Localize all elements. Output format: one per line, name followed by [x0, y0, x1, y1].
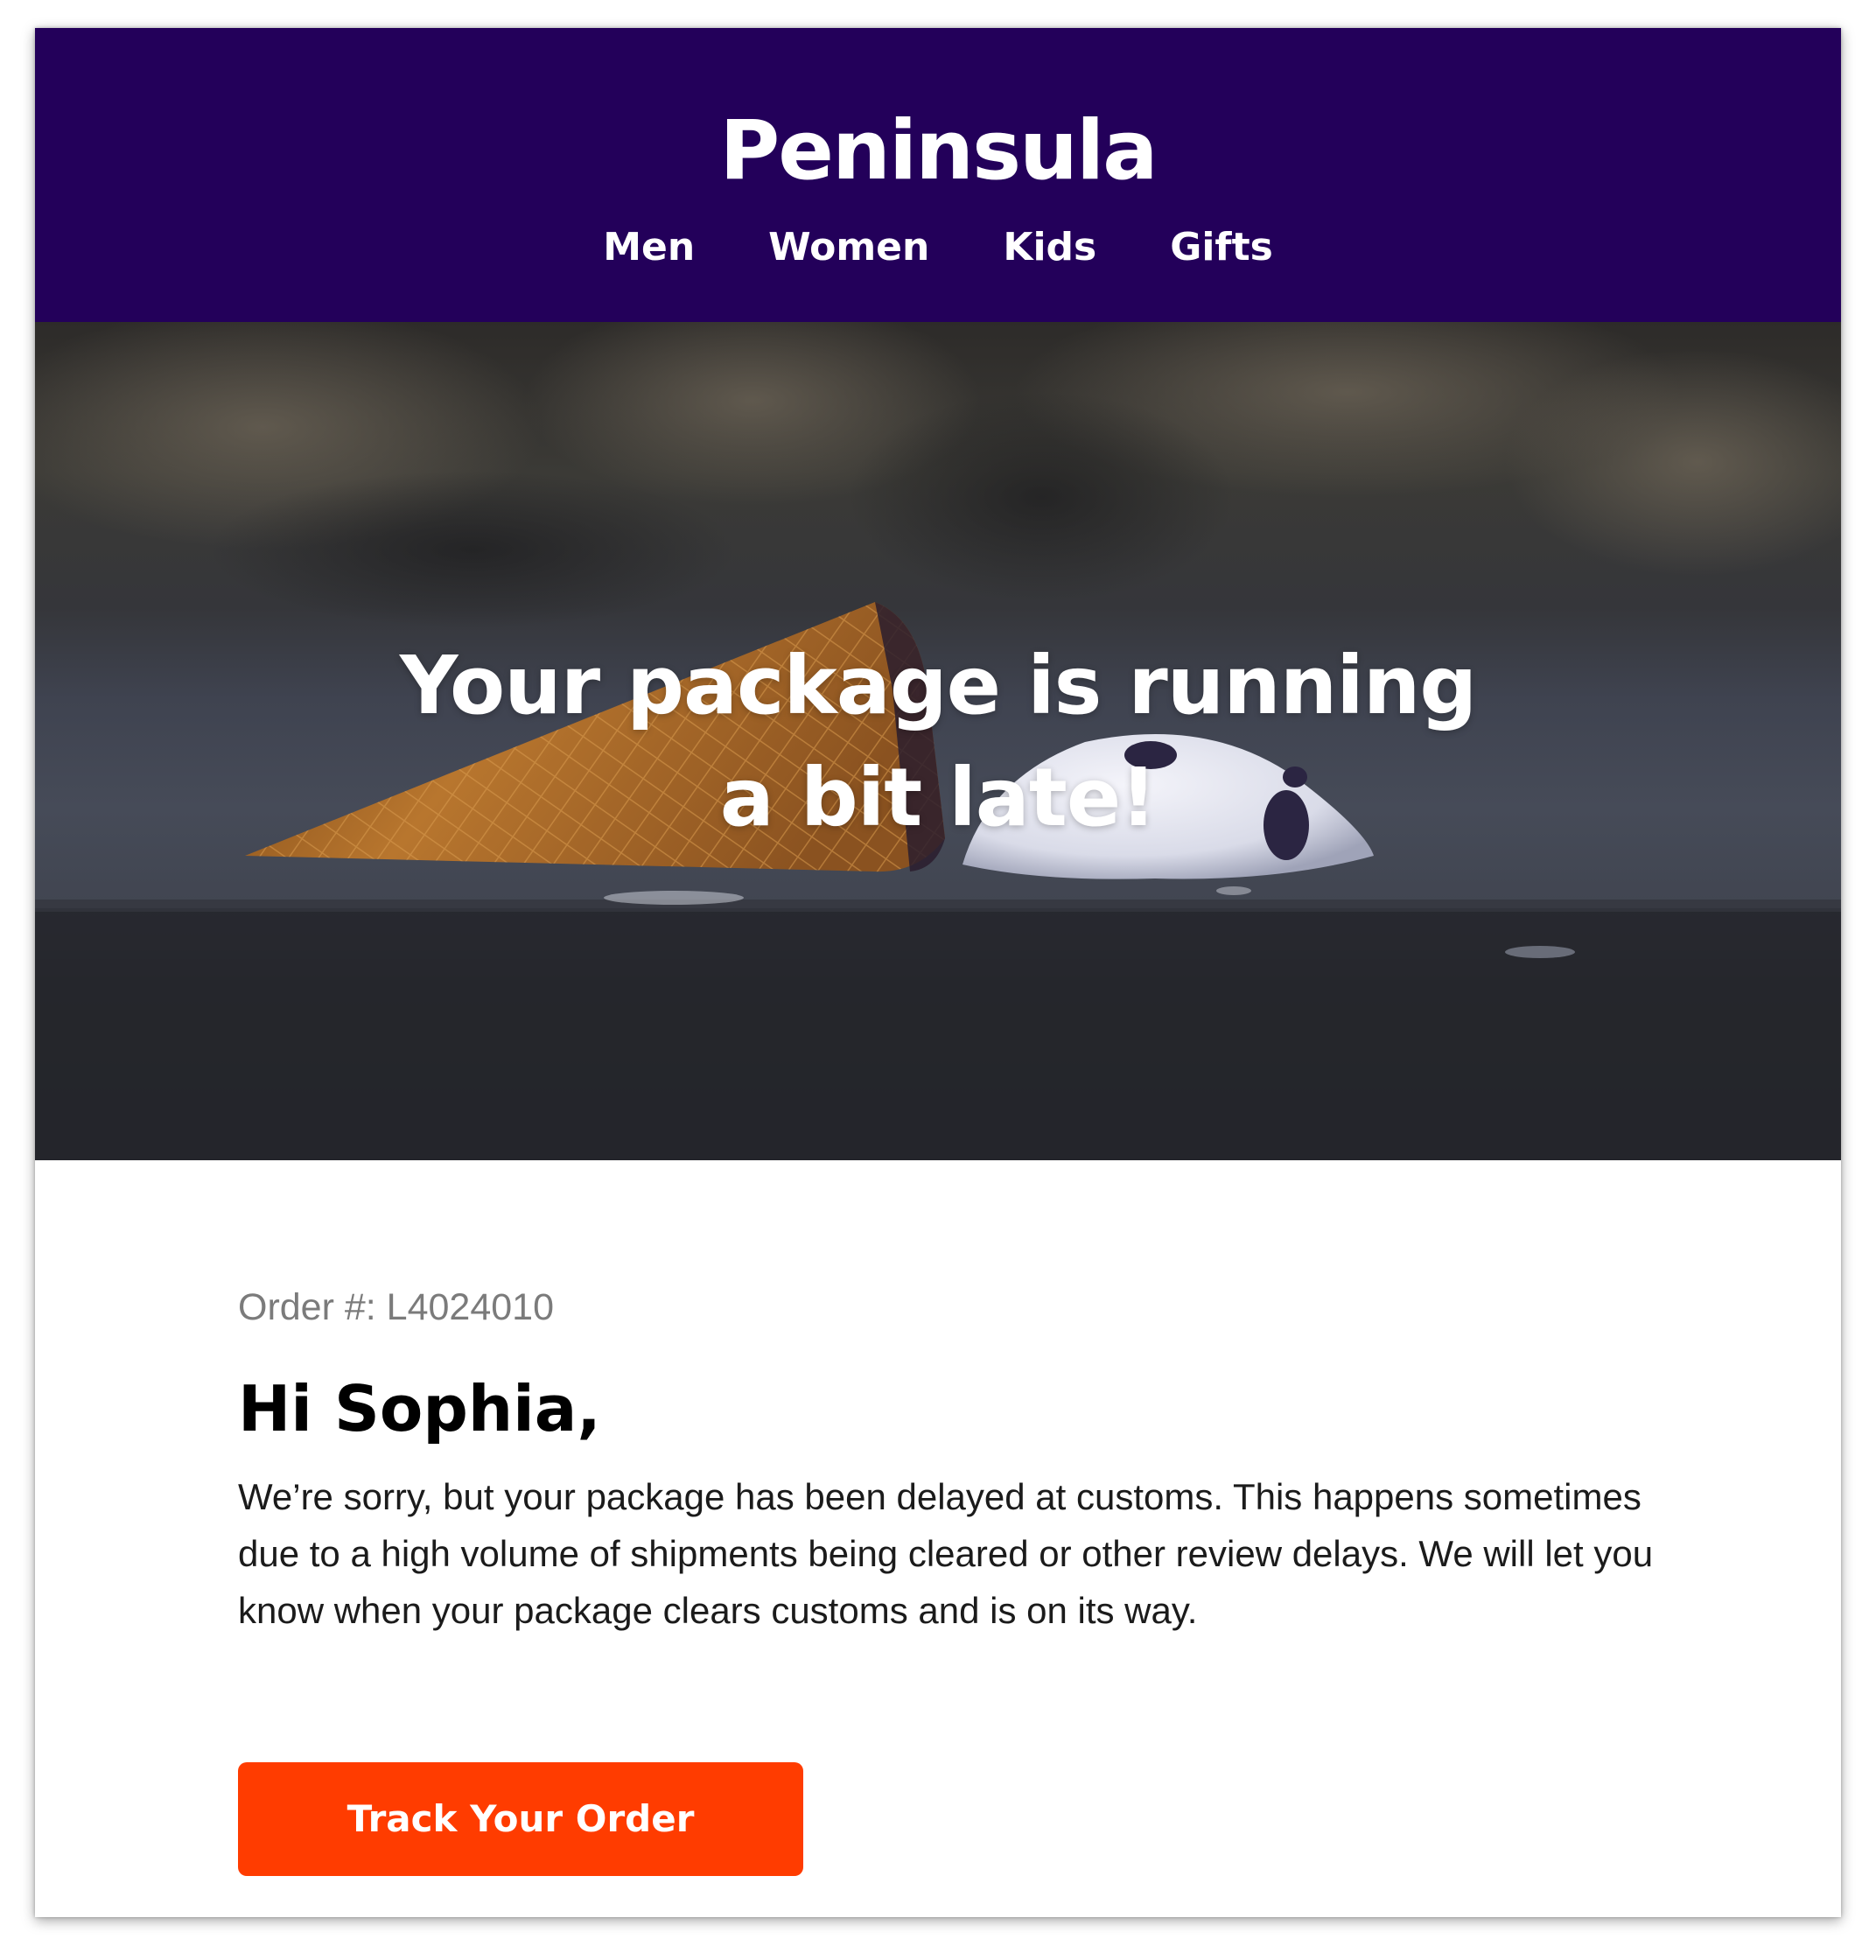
nav-item-gifts[interactable]: Gifts	[1170, 219, 1273, 276]
greeting-heading: Hi Sophia,	[238, 1372, 601, 1446]
email-card: Peninsula Men Women Kids Gifts Your pack…	[35, 28, 1841, 1917]
track-order-button[interactable]: Track Your Order	[238, 1762, 803, 1876]
main-nav: Men Women Kids Gifts	[35, 219, 1841, 276]
nav-item-women[interactable]: Women	[768, 219, 929, 276]
email-header: Peninsula Men Women Kids Gifts	[35, 28, 1841, 322]
order-number: Order #: L4024010	[238, 1286, 554, 1328]
hero-banner: Your package is running a bit late!	[35, 322, 1841, 1160]
hero-title: Your package is running a bit late!	[35, 630, 1841, 854]
nav-item-kids[interactable]: Kids	[1003, 219, 1096, 276]
hero-title-line-1: Your package is running	[399, 639, 1477, 732]
brand-logo[interactable]: Peninsula	[35, 103, 1841, 200]
delay-message: We’re sorry, but your package has been d…	[238, 1476, 1654, 1631]
nav-item-men[interactable]: Men	[603, 219, 695, 276]
hero-title-line-2: a bit late!	[719, 751, 1157, 844]
